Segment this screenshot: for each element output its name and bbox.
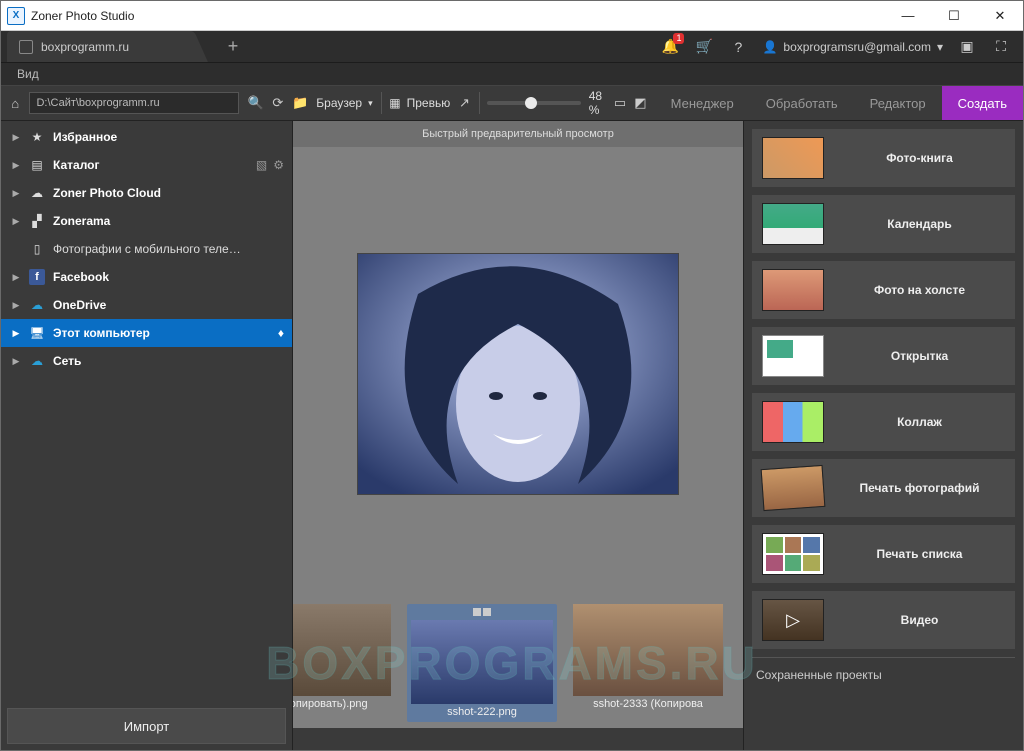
toolbar: ⌂ D:\Сайт\boxprogramm.ru 🔍 ⟳ 📁 Браузер ▾…	[1, 85, 1023, 121]
navigation-sidebar: ▶★Избранное ▶▤Каталог▧⚙ ▶☁Zoner Photo Cl…	[1, 121, 293, 750]
close-button[interactable]: ✕	[977, 1, 1023, 31]
present-icon[interactable]: ▣	[957, 37, 977, 57]
window-title: Zoner Photo Studio	[31, 9, 134, 23]
chevron-down-icon: ▾	[368, 98, 373, 109]
sidebar-item-zonerama[interactable]: ▶▞Zonerama	[1, 207, 292, 235]
image-icon: ▦	[389, 96, 400, 110]
computer-icon: 🖥	[29, 325, 45, 341]
fullscreen-icon[interactable]: ⛶	[991, 37, 1011, 57]
sidebar-item-network[interactable]: ▶☁Сеть	[1, 347, 292, 375]
facebook-icon: f	[29, 269, 45, 285]
phone-icon: ▯	[29, 241, 45, 257]
network-icon: ☁	[29, 353, 45, 369]
sort-icon[interactable]: ♦	[278, 326, 284, 340]
zoom-slider[interactable]	[487, 101, 580, 105]
sidebar-item-mobile[interactable]: ▯Фотографии с мобильного теле…	[1, 235, 292, 263]
path-input[interactable]: D:\Сайт\boxprogramm.ru	[29, 92, 239, 114]
tab-icon	[19, 40, 33, 54]
folder-tree: ▶★Избранное ▶▤Каталог▧⚙ ▶☁Zoner Photo Cl…	[1, 121, 292, 702]
thumbnail-label: 22 (Копировать).png	[293, 698, 368, 710]
cloud-icon: ☁	[29, 185, 45, 201]
create-panel: Фото-книга Календарь Фото на холсте Откр…	[743, 121, 1023, 750]
sidebar-item-onedrive[interactable]: ▶☁OneDrive	[1, 291, 292, 319]
saved-projects[interactable]: Сохраненные проекты	[752, 657, 1015, 692]
actual-size-icon[interactable]: ◩	[634, 93, 646, 113]
import-button[interactable]: Импорт	[7, 708, 286, 744]
sidebar-item-cloud[interactable]: ▶☁Zoner Photo Cloud	[1, 179, 292, 207]
thumbnail-image	[411, 620, 553, 704]
preview-caption: Быстрый предварительный просмотр	[293, 121, 743, 147]
new-tab-button[interactable]: +	[215, 31, 251, 62]
cart-icon[interactable]: 🛒	[694, 37, 714, 57]
search-icon[interactable]: 🔍	[247, 93, 263, 113]
sidebar-item-this-pc[interactable]: ▶🖥Этот компьютер♦	[1, 319, 292, 347]
mode-create[interactable]: Создать	[942, 86, 1023, 120]
create-collage[interactable]: Коллаж	[752, 393, 1015, 451]
notification-badge: 1	[673, 33, 684, 44]
menu-view[interactable]: Вид	[11, 65, 45, 83]
zoom-value: 48 %	[589, 89, 606, 117]
onedrive-icon: ☁	[29, 297, 45, 313]
app-logo-icon: X	[7, 7, 25, 25]
filmstrip-footer	[293, 728, 743, 750]
window-titlebar: X Zoner Photo Studio — ☐ ✕	[1, 1, 1023, 31]
add-folder-icon[interactable]: ▧	[256, 158, 267, 172]
help-icon[interactable]: ?	[728, 37, 748, 57]
user-icon: 👤	[762, 40, 777, 54]
document-tab[interactable]: boxprogramm.ru	[7, 31, 187, 62]
preview-area[interactable]	[293, 147, 743, 600]
filmstrip: 22 (Копировать).png sshot-222.png sshot-…	[293, 600, 743, 728]
thumbnail[interactable]: sshot-2333 (Копирова	[573, 604, 723, 710]
thumbnail-selected[interactable]: sshot-222.png	[407, 604, 557, 722]
notifications-icon[interactable]: 🔔1	[660, 37, 680, 57]
account-menu[interactable]: 👤 boxprogramsru@gmail.com ▾	[762, 40, 943, 54]
create-postcard[interactable]: Открытка	[752, 327, 1015, 385]
thumbnail-label: sshot-222.png	[447, 706, 517, 718]
sidebar-item-favorites[interactable]: ▶★Избранное	[1, 123, 292, 151]
mode-manager[interactable]: Менеджер	[655, 86, 750, 120]
catalog-icon: ▤	[29, 157, 45, 173]
popout-icon[interactable]: ↗	[458, 93, 470, 113]
sidebar-item-facebook[interactable]: ▶fFacebook	[1, 263, 292, 291]
refresh-icon[interactable]: ⟳	[272, 93, 284, 113]
document-tab-row: boxprogramm.ru + 🔔1 🛒 ? 👤 boxprogramsru@…	[1, 31, 1023, 63]
tab-label: boxprogramm.ru	[41, 40, 129, 54]
create-video[interactable]: ▷Видео	[752, 591, 1015, 649]
preview-pane: Быстрый предварительный просмотр	[293, 121, 743, 750]
thumbnail-image	[293, 604, 391, 696]
minimize-button[interactable]: —	[885, 1, 931, 31]
thumbnail-image	[573, 604, 723, 696]
fit-icon[interactable]: ▭	[614, 93, 626, 113]
create-photobook[interactable]: Фото-книга	[752, 129, 1015, 187]
folder-icon[interactable]: 📁	[292, 93, 308, 113]
create-canvas[interactable]: Фото на холсте	[752, 261, 1015, 319]
zonerama-icon: ▞	[29, 213, 45, 229]
chevron-down-icon: ▾	[937, 40, 943, 54]
sidebar-item-catalog[interactable]: ▶▤Каталог▧⚙	[1, 151, 292, 179]
gear-icon[interactable]: ⚙	[273, 158, 284, 172]
create-print-list[interactable]: Печать списка	[752, 525, 1015, 583]
home-icon[interactable]: ⌂	[9, 93, 21, 113]
mode-develop[interactable]: Обработать	[750, 86, 854, 120]
star-icon: ★	[29, 129, 45, 145]
mode-editor[interactable]: Редактор	[854, 86, 942, 120]
create-print-photos[interactable]: Печать фотографий	[752, 459, 1015, 517]
thumbnail-label: sshot-2333 (Копирова	[593, 698, 703, 710]
preview-button[interactable]: ▦ Превью	[389, 96, 450, 110]
browser-button[interactable]: Браузер ▾	[316, 96, 372, 110]
create-calendar[interactable]: Календарь	[752, 195, 1015, 253]
thumbnail[interactable]: 22 (Копировать).png	[293, 604, 391, 710]
account-email: boxprogramsru@gmail.com	[783, 40, 931, 54]
maximize-button[interactable]: ☐	[931, 1, 977, 31]
menu-bar: Вид	[1, 63, 1023, 85]
preview-image	[358, 254, 678, 494]
